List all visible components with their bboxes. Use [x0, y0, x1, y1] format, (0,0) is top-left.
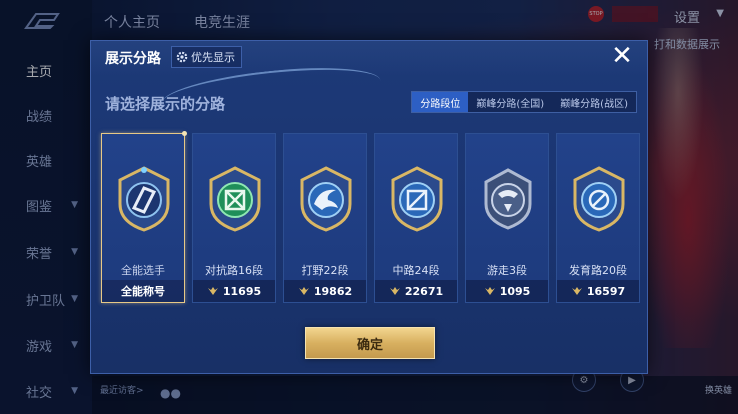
lane-card-rank: 发育路20段 [569, 264, 627, 277]
lane-card-all-round[interactable]: 全能选手 全能称号 [101, 131, 187, 303]
lane-card-mid[interactable]: 中路24段 22671 [374, 133, 458, 303]
selected-marker [182, 131, 187, 136]
points-icon [298, 287, 309, 295]
lane-card-points: 19862 [313, 284, 353, 298]
lane-card-footer: 16597 [557, 280, 639, 302]
dialog-title: 展示分路 [105, 51, 161, 67]
priority-display-button[interactable]: 优先显示 [171, 46, 242, 68]
lane-card-roam[interactable]: 游走3段 1095 [465, 133, 549, 303]
lane-card-rank: 中路24段 [392, 264, 440, 277]
close-button[interactable]: ✕ [609, 41, 635, 71]
lane-card-points: 22671 [404, 284, 444, 298]
lane-card-jungle[interactable]: 打野22段 19862 [283, 133, 367, 303]
lane-card-title: 全能称号 [121, 285, 165, 298]
priority-display-label: 优先显示 [191, 51, 235, 64]
points-icon [207, 287, 218, 295]
points-icon [571, 287, 582, 295]
lane-card-footer: 全能称号 [102, 280, 184, 302]
lane-card-footer: 22671 [375, 280, 457, 302]
tab-lane-rank[interactable]: 分路段位 [412, 92, 469, 112]
lane-card-bottom[interactable]: 发育路20段 16597 [556, 133, 640, 303]
bottom-lane-emblem-icon [573, 166, 625, 232]
lane-card-points: 11695 [222, 284, 262, 298]
tab-peak-national[interactable]: 巅峰分路(全国) [468, 92, 553, 112]
points-icon [389, 287, 400, 295]
confirm-label: 确定 [356, 337, 383, 353]
lane-card-footer: 11695 [193, 280, 275, 302]
close-icon: ✕ [611, 41, 633, 71]
jungle-emblem-icon [300, 166, 352, 232]
lane-card-points: 16597 [586, 284, 626, 298]
points-icon [484, 287, 495, 295]
display-lane-dialog: 展示分路 优先显示 ✕ 请选择展示的分路 分路段位 巅峰分路(全国) 巅峰分路(… [90, 40, 648, 374]
roam-emblem-icon [484, 168, 532, 230]
dialog-subtitle: 请选择展示的分路 [105, 95, 226, 113]
confirm-button[interactable]: 确定 [305, 327, 435, 359]
lane-card-rank: 全能选手 [121, 264, 165, 277]
lane-card-points: 1095 [499, 284, 531, 298]
tab-peak-region[interactable]: 巅峰分路(战区) [552, 92, 636, 112]
mid-lane-emblem-icon [391, 166, 443, 232]
lane-card-rank: 打野22段 [301, 264, 349, 277]
lane-card-top[interactable]: 对抗路16段 11695 [192, 133, 276, 303]
gear-icon [176, 51, 188, 63]
all-round-emblem-icon [118, 166, 170, 232]
lane-card-footer: 19862 [284, 280, 366, 302]
top-lane-emblem-icon [209, 166, 261, 232]
lane-card-footer: 1095 [466, 280, 548, 302]
lane-card-rank: 游走3段 [487, 264, 527, 277]
lane-card-rank: 对抗路16段 [205, 264, 263, 277]
lane-tabs: 分路段位 巅峰分路(全国) 巅峰分路(战区) [411, 91, 637, 113]
